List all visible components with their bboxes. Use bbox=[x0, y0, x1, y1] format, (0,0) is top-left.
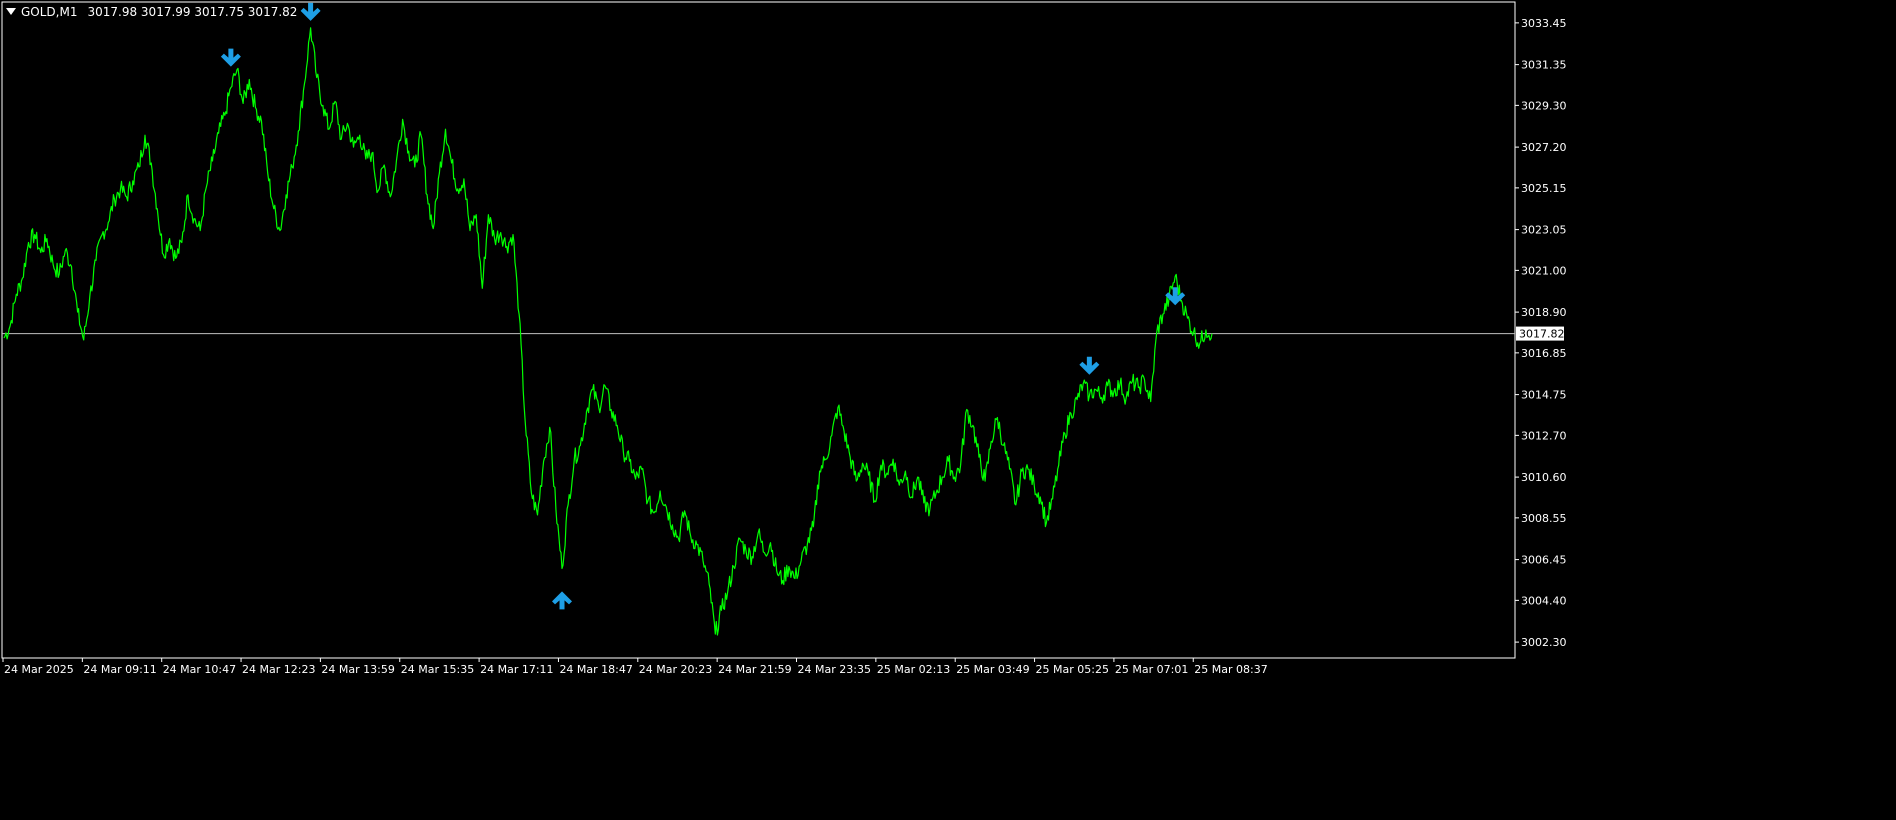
x-tick-label: 24 Mar 10:47 bbox=[163, 663, 236, 676]
x-tick-label: 25 Mar 07:01 bbox=[1115, 663, 1188, 676]
x-tick-label: 24 Mar 18:47 bbox=[559, 663, 632, 676]
y-tick-label: 3021.00 bbox=[1521, 264, 1567, 277]
sell-arrow-icon-0 bbox=[220, 48, 241, 67]
sell-arrow-icon-1 bbox=[300, 2, 321, 21]
x-tick-label: 24 Mar 15:35 bbox=[401, 663, 474, 676]
x-tick-label: 24 Mar 23:35 bbox=[798, 663, 871, 676]
y-tick-label: 3016.85 bbox=[1521, 347, 1567, 360]
y-tick-label: 3014.75 bbox=[1521, 389, 1567, 402]
ohlc-values: 3017.98 3017.99 3017.75 3017.82 bbox=[87, 5, 298, 19]
y-tick-label: 3010.60 bbox=[1521, 471, 1567, 484]
y-tick-label: 3027.20 bbox=[1521, 141, 1567, 154]
chart-header: GOLD,M1 3017.98 3017.99 3017.75 3017.82 bbox=[6, 4, 297, 20]
dropdown-triangle-icon[interactable] bbox=[6, 8, 16, 15]
y-tick-label: 3002.30 bbox=[1521, 636, 1567, 649]
x-tick-label: 25 Mar 03:49 bbox=[956, 663, 1029, 676]
y-tick-label: 3006.45 bbox=[1521, 554, 1567, 567]
y-tick-label: 3008.55 bbox=[1521, 512, 1567, 525]
x-tick-label: 25 Mar 02:13 bbox=[877, 663, 950, 676]
x-tick-label: 24 Mar 17:11 bbox=[480, 663, 553, 676]
plot-frame bbox=[1, 1, 1516, 659]
x-tick-label: 24 Mar 2025 bbox=[4, 663, 74, 676]
price-series-line bbox=[3, 27, 1213, 636]
y-tick-label: 3029.30 bbox=[1521, 99, 1567, 112]
y-tick-label: 3033.45 bbox=[1521, 17, 1567, 30]
x-tick-label: 24 Mar 20:23 bbox=[639, 663, 712, 676]
buy-arrow-icon-2 bbox=[552, 591, 573, 610]
symbol-label: GOLD,M1 bbox=[21, 5, 78, 19]
x-tick-label: 25 Mar 05:25 bbox=[1036, 663, 1109, 676]
x-tick-label: 25 Mar 08:37 bbox=[1194, 663, 1267, 676]
y-tick-label: 3031.35 bbox=[1521, 59, 1567, 72]
y-tick-label: 3004.40 bbox=[1521, 594, 1567, 607]
y-tick-label: 3023.05 bbox=[1521, 224, 1567, 237]
y-tick-label: 3018.90 bbox=[1521, 306, 1567, 319]
x-tick-label: 24 Mar 21:59 bbox=[718, 663, 791, 676]
x-tick-label: 24 Mar 09:11 bbox=[83, 663, 156, 676]
sell-arrow-icon-3 bbox=[1079, 356, 1100, 375]
x-tick-label: 24 Mar 12:23 bbox=[242, 663, 315, 676]
x-tick-label: 24 Mar 13:59 bbox=[321, 663, 394, 676]
current-price-label: 3017.82 bbox=[1519, 328, 1565, 341]
price-chart[interactable]: 3033.45 3031.35 3029.30 3027.20 3025.15 3023.… bbox=[0, 0, 1896, 820]
y-tick-label: 3025.15 bbox=[1521, 182, 1567, 195]
y-tick-label: 3012.70 bbox=[1521, 429, 1567, 442]
